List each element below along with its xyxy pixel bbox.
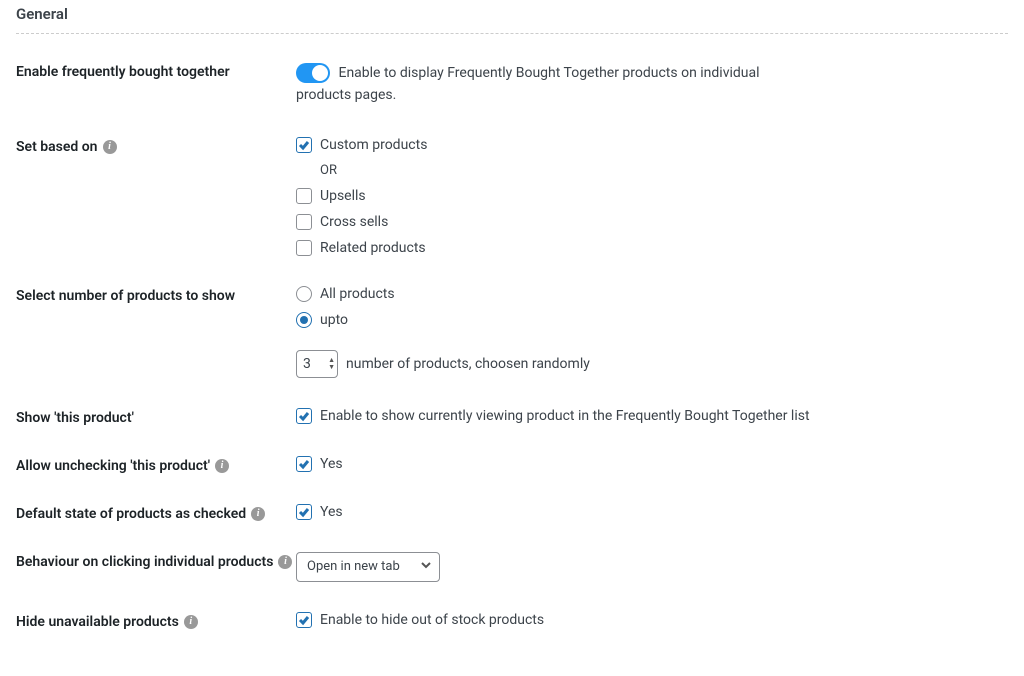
label-click-behaviour-text: Behaviour on clicking individual product… [16, 554, 273, 570]
help-icon[interactable]: i [251, 507, 265, 521]
select-click-behaviour-value: Open in new tab [307, 559, 400, 574]
checkbox-show-this-product-label: Enable to show currently viewing product… [320, 408, 810, 424]
radio-upto-label: upto [320, 312, 348, 328]
row-show-this-product: Show 'this product' Enable to show curre… [16, 408, 1008, 426]
chevron-down-icon [421, 559, 431, 574]
checkbox-related-products[interactable] [296, 240, 312, 256]
select-click-behaviour[interactable]: Open in new tab [296, 552, 440, 582]
checkbox-default-checked[interactable] [296, 504, 312, 520]
row-enable-fbt: Enable frequently bought together Enable… [16, 62, 1008, 107]
help-icon[interactable]: i [215, 459, 229, 473]
checkbox-default-checked-label: Yes [320, 504, 343, 520]
checkbox-allow-unchecking-label: Yes [320, 456, 343, 472]
or-divider-text: OR [320, 163, 1008, 178]
radio-all-products[interactable] [296, 286, 312, 302]
label-default-checked: Default state of products as checked i [16, 504, 296, 522]
checkbox-cross-sells-label: Cross sells [320, 214, 388, 230]
row-hide-unavailable: Hide unavailable products i Enable to hi… [16, 612, 1008, 630]
help-icon[interactable]: i [184, 615, 198, 629]
checkbox-custom-products-label: Custom products [320, 137, 427, 153]
label-set-based-on-text: Set based on [16, 139, 98, 155]
help-icon[interactable]: i [278, 555, 292, 569]
checkbox-upsells[interactable] [296, 188, 312, 204]
checkbox-upsells-label: Upsells [320, 188, 366, 204]
number-products-input[interactable]: 3 ▲▼ [296, 350, 338, 378]
section-divider [16, 33, 1008, 34]
checkbox-custom-products[interactable] [296, 137, 312, 153]
row-allow-unchecking: Allow unchecking 'this product' i Yes [16, 456, 1008, 474]
checkbox-cross-sells[interactable] [296, 214, 312, 230]
label-set-based-on: Set based on i [16, 137, 296, 155]
desc-enable-fbt: Enable to display Frequently Bought Toge… [296, 65, 760, 103]
radio-upto[interactable] [296, 312, 312, 328]
row-select-number: Select number of products to show All pr… [16, 286, 1008, 378]
checkbox-hide-unavailable-label: Enable to hide out of stock products [320, 612, 544, 628]
label-hide-unavailable: Hide unavailable products i [16, 612, 296, 630]
number-products-value: 3 [303, 356, 311, 372]
toggle-enable-fbt[interactable] [296, 63, 330, 83]
row-click-behaviour: Behaviour on clicking individual product… [16, 552, 1008, 582]
help-icon[interactable]: i [103, 140, 117, 154]
label-enable-fbt: Enable frequently bought together [16, 62, 296, 80]
label-hide-unavailable-text: Hide unavailable products [16, 614, 179, 630]
checkbox-allow-unchecking[interactable] [296, 456, 312, 472]
number-spinner[interactable]: ▲▼ [328, 357, 335, 371]
checkbox-show-this-product[interactable] [296, 408, 312, 424]
label-allow-unchecking: Allow unchecking 'this product' i [16, 456, 296, 474]
label-click-behaviour: Behaviour on clicking individual product… [16, 552, 296, 570]
label-show-this-product: Show 'this product' [16, 408, 296, 426]
row-set-based-on: Set based on i Custom products OR Upsell… [16, 137, 1008, 256]
checkbox-related-products-label: Related products [320, 240, 426, 256]
number-products-suffix: number of products, choosen randomly [346, 356, 590, 372]
label-default-checked-text: Default state of products as checked [16, 506, 246, 522]
section-title: General [16, 5, 1008, 33]
label-select-number: Select number of products to show [16, 286, 296, 304]
checkbox-hide-unavailable[interactable] [296, 612, 312, 628]
radio-all-products-label: All products [320, 286, 395, 302]
label-allow-unchecking-text: Allow unchecking 'this product' [16, 458, 210, 474]
row-default-checked: Default state of products as checked i Y… [16, 504, 1008, 522]
